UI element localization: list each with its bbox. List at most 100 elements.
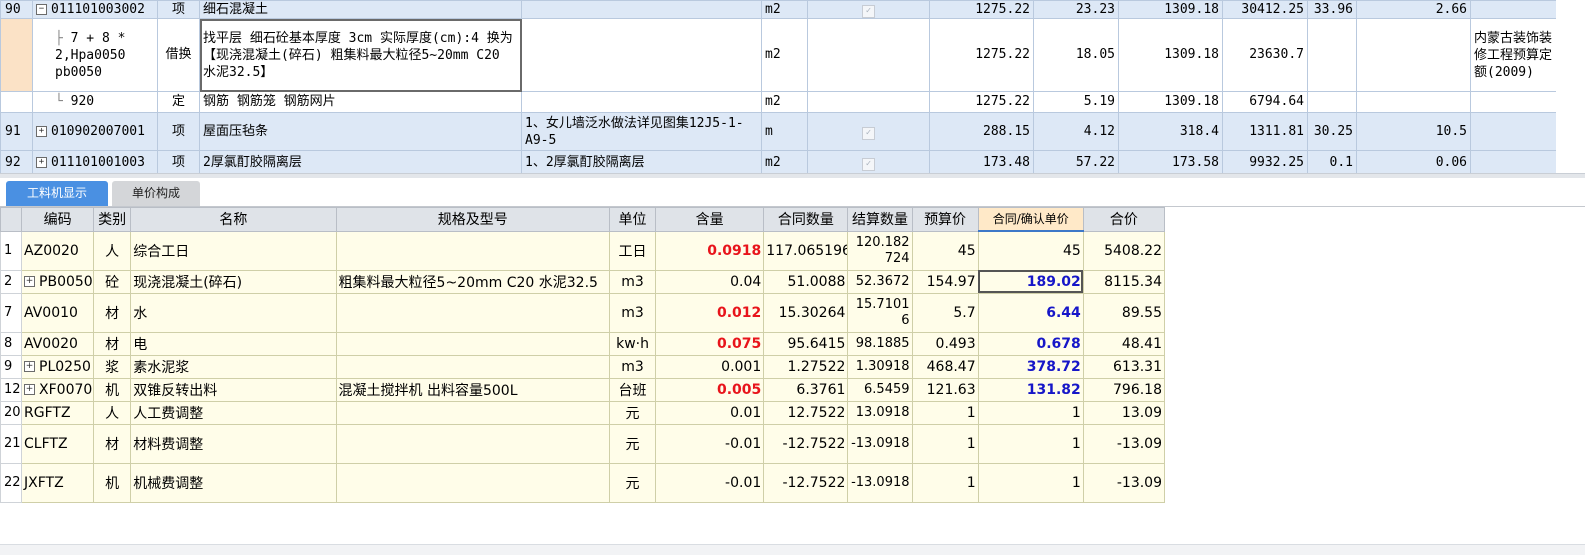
resource-unit[interactable]: kw·h <box>609 331 657 356</box>
resource-contract-qty[interactable]: 51.0088 <box>763 269 849 294</box>
resource-unit[interactable]: 元 <box>609 400 657 425</box>
resource-code[interactable]: AV0010 <box>21 292 95 333</box>
resource-grid[interactable]: 编码 类别 名称 规格及型号 单位 含量 合同数量 结算数量 预算价 合同/确认… <box>0 207 1166 503</box>
resource-contract-qty[interactable]: -12.7522 <box>763 462 849 503</box>
resource-name[interactable]: 素水泥浆 <box>130 354 337 379</box>
resource-unit[interactable]: 工日 <box>609 230 657 271</box>
resource-settle-qty[interactable]: 120.182724 <box>847 230 913 271</box>
resource-spec[interactable] <box>335 230 611 271</box>
resource-contract-price[interactable]: 131.82 <box>977 377 1084 402</box>
resource-settle-qty[interactable]: -13.0918 <box>847 423 913 464</box>
item-checkbox-cell[interactable]: ✓ <box>807 0 930 19</box>
resource-total[interactable]: 13.09 <box>1082 400 1166 425</box>
item-spec[interactable] <box>521 91 762 113</box>
resource-contract-price[interactable]: 378.72 <box>977 354 1084 379</box>
resource-name[interactable]: 现浇混凝土(碎石) <box>130 269 337 294</box>
resource-spec[interactable] <box>335 462 611 503</box>
expand-icon[interactable]: + <box>36 125 47 137</box>
resource-unit[interactable]: m3 <box>609 292 657 333</box>
resource-name[interactable]: 综合工日 <box>130 230 337 271</box>
resource-settle-qty[interactable]: 6.5459 <box>847 377 913 402</box>
item-name[interactable]: 细石混凝土 <box>199 0 522 19</box>
item-checkbox-cell[interactable]: ✓ <box>807 112 930 151</box>
header-quantity[interactable]: 含量 <box>655 207 765 232</box>
resource-quantity[interactable]: 0.005 <box>655 377 765 402</box>
checkbox-icon[interactable]: ✓ <box>862 4 875 18</box>
table-row[interactable]: 22 JXFTZ 机机械费调整元 -0.01 -12.7522 -13.0918 1 1 -13… <box>0 462 1166 503</box>
bill-items-grid[interactable]: 90 −011101003002 项 细石混凝土 m2 ✓ 1275.22 23… <box>0 0 1556 173</box>
header-category[interactable]: 类别 <box>93 207 132 232</box>
resource-total[interactable]: 8115.34 <box>1082 269 1166 294</box>
table-row[interactable]: 2 + PB0050 砼现浇混凝土(碎石) 粗集料最大粒径5~20mm C20 水泥32… <box>0 269 1166 294</box>
resource-category[interactable]: 材 <box>93 423 132 464</box>
item-name[interactable]: 钢筋 钢筋笼 钢筋网片 <box>199 91 522 113</box>
resource-settle-qty[interactable]: -13.0918 <box>847 462 913 503</box>
resource-settle-qty[interactable]: 1.30918 <box>847 354 913 379</box>
resource-quantity[interactable]: -0.01 <box>655 462 765 503</box>
resource-contract-qty[interactable]: 12.7522 <box>763 400 849 425</box>
tab-unit-price-composition[interactable]: 单价构成 <box>112 181 200 206</box>
resource-category[interactable]: 人 <box>93 230 132 271</box>
resource-category[interactable]: 机 <box>93 462 132 503</box>
resource-contract-qty[interactable]: 15.30264 <box>763 292 849 333</box>
resource-code[interactable]: AV0020 <box>21 331 95 356</box>
expand-icon[interactable]: + <box>24 361 36 372</box>
header-budget-price[interactable]: 预算价 <box>911 207 979 232</box>
table-row[interactable]: 92 +011101001003 项 2厚氯酊胶隔离层 1、2厚氯酊胶隔离层 m… <box>0 150 1556 173</box>
resource-spec[interactable]: 混凝土搅拌机 出料容量500L <box>335 377 611 402</box>
item-spec[interactable]: 1、2厚氯酊胶隔离层 <box>521 150 762 173</box>
header-code[interactable]: 编码 <box>21 207 95 232</box>
resource-contract-qty[interactable]: 1.27522 <box>763 354 849 379</box>
resource-name[interactable]: 材料费调整 <box>130 423 337 464</box>
resource-code[interactable]: + PB0050 <box>21 269 95 294</box>
table-row[interactable]: 20 RGFTZ 人人工费调整元 0.01 12.7522 13.0918 1 1 13.09 <box>0 400 1166 425</box>
resource-contract-price[interactable]: 1 <box>977 423 1084 464</box>
resource-name[interactable]: 人工费调整 <box>130 400 337 425</box>
resource-name[interactable]: 水 <box>130 292 337 333</box>
resource-code[interactable]: CLFTZ <box>21 423 95 464</box>
resource-category[interactable]: 材 <box>93 292 132 333</box>
header-name[interactable]: 名称 <box>130 207 337 232</box>
item-spec[interactable] <box>521 18 762 92</box>
resource-code[interactable]: + PL0250 <box>21 354 95 379</box>
table-row[interactable]: └ 920 定 钢筋 钢筋笼 钢筋网片 m2 1275.22 5.19 1309… <box>0 91 1556 113</box>
resource-budget-price[interactable]: 1 <box>911 400 979 425</box>
resource-spec[interactable] <box>335 292 611 333</box>
resource-total[interactable]: 613.31 <box>1082 354 1166 379</box>
table-row[interactable]: 21 CLFTZ 材材料费调整元 -0.01 -12.7522 -13.0918 1 1 -13… <box>0 423 1166 464</box>
resource-category[interactable]: 机 <box>93 377 132 402</box>
resource-quantity[interactable]: 0.04 <box>655 269 765 294</box>
resource-budget-price[interactable]: 0.493 <box>911 331 979 356</box>
resource-category[interactable]: 材 <box>93 331 132 356</box>
header-total[interactable]: 合价 <box>1082 207 1166 232</box>
resource-settle-qty[interactable]: 15.71016 <box>847 292 913 333</box>
resource-contract-qty[interactable]: -12.7522 <box>763 423 849 464</box>
resource-contract-qty[interactable]: 6.3761 <box>763 377 849 402</box>
resource-total[interactable]: 89.55 <box>1082 292 1166 333</box>
resource-unit[interactable]: 元 <box>609 462 657 503</box>
resource-category[interactable]: 浆 <box>93 354 132 379</box>
resource-total[interactable]: -13.09 <box>1082 423 1166 464</box>
header-settle-qty[interactable]: 结算数量 <box>847 207 913 232</box>
checkbox-icon[interactable]: ✓ <box>862 126 875 140</box>
table-row[interactable]: 1 AZ0020 人综合工日 工日 0.0918 117.065196 120.182724… <box>0 230 1166 271</box>
resource-settle-qty[interactable]: 52.3672 <box>847 269 913 294</box>
resource-budget-price[interactable]: 468.47 <box>911 354 979 379</box>
resource-name[interactable]: 电 <box>130 331 337 356</box>
resource-spec[interactable] <box>335 331 611 356</box>
resource-quantity[interactable]: 0.001 <box>655 354 765 379</box>
resource-budget-price[interactable]: 154.97 <box>911 269 979 294</box>
tab-labor-material-machine[interactable]: 工料机显示 <box>6 181 108 206</box>
resource-contract-price[interactable]: 0.678 <box>977 331 1084 356</box>
resource-contract-qty[interactable]: 117.065196 <box>763 230 849 271</box>
resource-settle-qty[interactable]: 13.0918 <box>847 400 913 425</box>
resource-quantity[interactable]: 0.075 <box>655 331 765 356</box>
resource-total[interactable]: 796.18 <box>1082 377 1166 402</box>
resource-spec[interactable] <box>335 354 611 379</box>
table-row[interactable]: 9 + PL0250 浆素水泥浆 m3 0.001 1.27522 1.30918 468.47… <box>0 354 1166 379</box>
table-row[interactable]: 91 +010902007001 项 屋面压毡条 1、女儿墙泛水做法详见图集12… <box>0 112 1556 151</box>
item-checkbox-cell[interactable]: ✓ <box>807 150 930 173</box>
header-contract-qty[interactable]: 合同数量 <box>763 207 849 232</box>
resource-category[interactable]: 砼 <box>93 269 132 294</box>
item-name[interactable]: 屋面压毡条 <box>199 112 522 151</box>
